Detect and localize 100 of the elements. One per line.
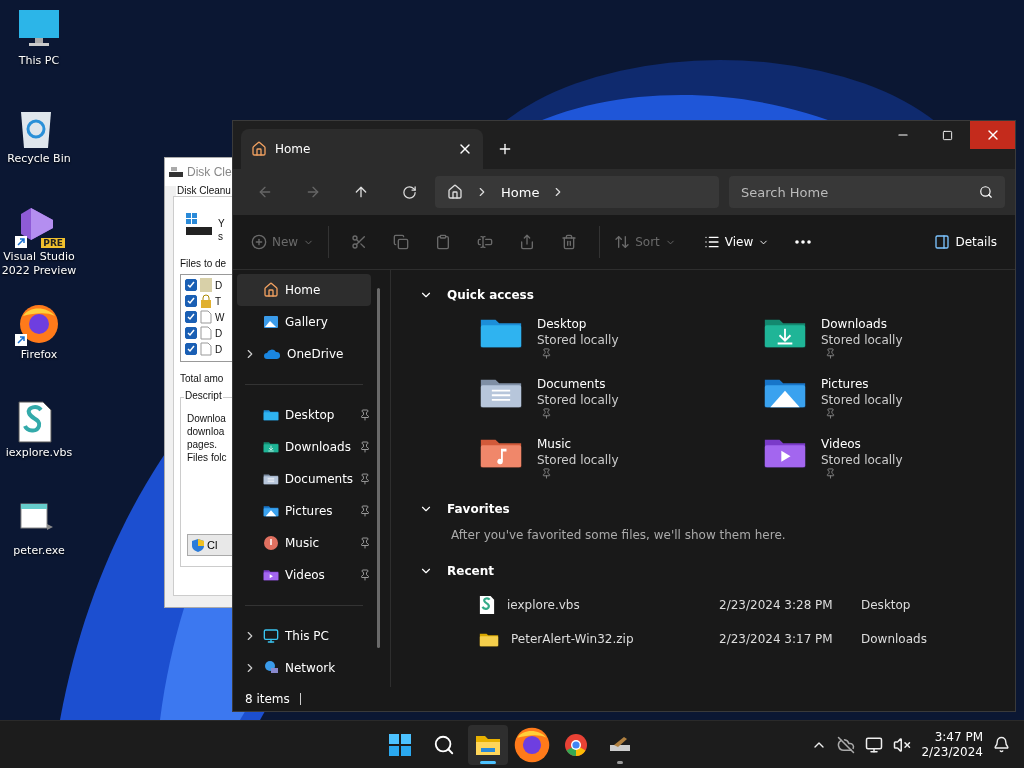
checkbox[interactable] <box>185 343 197 355</box>
desktop-shortcut[interactable]: Firefox <box>0 302 78 400</box>
refresh-icon <box>401 184 417 200</box>
view-button[interactable]: View <box>695 226 778 258</box>
clipboard-icon <box>435 234 452 250</box>
folder-icon <box>263 409 279 421</box>
folder-icon <box>475 733 501 756</box>
folder-icon <box>263 441 279 453</box>
windows-logo-icon <box>388 732 412 757</box>
search-icon <box>979 185 993 199</box>
window-title: Disk Cle <box>187 165 232 179</box>
file-name[interactable]: PeterAlert-Win32.zip <box>511 632 634 646</box>
window-tab[interactable]: Home <box>241 129 483 169</box>
explorer-taskbar-button[interactable] <box>468 724 508 765</box>
desktop-icon-label: Recycle Bin <box>6 152 72 166</box>
desktop-shortcut[interactable]: PRE Visual Studio 2022 Preview <box>0 204 78 302</box>
sidebar-item[interactable]: Pictures <box>237 495 371 527</box>
scrollbar[interactable] <box>377 288 380 648</box>
file-type-label: D <box>215 278 223 292</box>
muted-speaker-icon[interactable] <box>893 735 912 754</box>
location-cell-text: Desktop <box>861 598 912 612</box>
desktop-icon-label: This PC <box>17 54 61 68</box>
description-text: Files folc <box>187 451 228 464</box>
sidebar-item[interactable]: Downloads <box>237 431 371 463</box>
address-bar[interactable]: Home <box>435 176 719 208</box>
files-label: Files to de <box>180 258 227 269</box>
description-text: downloa <box>187 425 226 438</box>
sidebar-item[interactable]: Home <box>237 274 371 306</box>
sidebar-item[interactable]: Gallery <box>237 306 371 338</box>
file-type-label: D <box>215 342 223 356</box>
bell-icon[interactable] <box>993 736 1010 753</box>
folder-icon <box>200 278 212 292</box>
checkbox[interactable] <box>185 295 197 307</box>
section-title: Quick access <box>447 288 534 302</box>
quick-access-item[interactable]: Documents Stored locally <box>479 376 763 424</box>
quick-access-item[interactable]: Pictures Stored locally <box>763 376 963 424</box>
clock[interactable]: 3:47 PM 2/23/2024 <box>921 729 983 760</box>
firefox-icon <box>17 302 61 346</box>
new-tab-icon[interactable] <box>497 141 513 157</box>
drive-icon <box>169 166 183 178</box>
file-type-label: D <box>215 326 223 340</box>
search-icon <box>433 733 455 756</box>
arrow-right-icon <box>305 184 321 200</box>
date-cell-text: 2/23/2024 3:17 PM <box>719 632 834 646</box>
desktop-shortcut[interactable]: iexplore.vbs <box>0 400 78 498</box>
script-file-icon <box>17 400 53 444</box>
chrome-icon <box>564 732 588 757</box>
sidebar-item[interactable]: This PC <box>237 620 371 652</box>
text-cursor-icon <box>477 234 494 250</box>
file-icon <box>200 342 212 356</box>
details-button[interactable]: Details <box>926 226 1005 258</box>
lock-icon <box>200 294 212 308</box>
sidebar-item[interactable]: Videos <box>237 559 371 591</box>
monitor-icon <box>17 8 61 48</box>
section-title: Favorites <box>447 502 510 516</box>
sidebar-item[interactable]: OneDrive <box>237 338 371 370</box>
desktop-shortcut[interactable]: This PC <box>0 8 78 106</box>
house-icon <box>447 184 463 200</box>
search-field[interactable]: Search Home <box>729 176 1005 208</box>
total-label: Total amo <box>180 373 224 384</box>
monitor-icon <box>263 628 279 644</box>
checkbox[interactable] <box>185 327 197 339</box>
script-file-icon <box>479 595 495 615</box>
dialog-tab[interactable]: Disk Cleanu <box>176 185 232 196</box>
file-name[interactable]: iexplore.vbs <box>507 598 580 612</box>
description-text: pages. <box>187 438 219 451</box>
checkbox[interactable] <box>185 279 197 291</box>
quick-access-item[interactable]: Desktop Stored locally <box>479 316 763 364</box>
sidebar-item[interactable]: Documents <box>237 463 371 495</box>
quick-access-item[interactable]: Videos Stored locally <box>763 436 963 484</box>
item-count: 8 items <box>245 692 290 706</box>
sidebar-item[interactable]: Network <box>237 652 371 684</box>
checkbox[interactable] <box>185 311 197 323</box>
clean-button[interactable]: Cl <box>187 534 232 556</box>
empty-message: After you've favorited some files, we'll show them here. <box>450 527 787 544</box>
breadcrumb-item[interactable]: Home <box>501 184 540 200</box>
file-type-label: W <box>215 310 225 324</box>
intro-text: Y <box>218 217 225 230</box>
desktop-icon-label: Visual Studio 2022 Preview <box>0 250 78 278</box>
shield-icon <box>192 538 204 552</box>
desktop-shortcut[interactable]: Recycle Bin <box>0 106 78 204</box>
house-icon <box>251 141 267 157</box>
sidebar-item[interactable]: Music <box>237 527 371 559</box>
plus-circle-icon <box>251 234 267 250</box>
file-icon <box>200 310 212 324</box>
section-title: Recent <box>447 564 494 578</box>
sidebar-item[interactable]: Desktop <box>237 399 371 431</box>
location-cell-text: Downloads <box>861 632 928 646</box>
quick-access-item[interactable]: Music Stored locally <box>479 436 763 484</box>
description-text: Downloa <box>187 412 227 425</box>
date-cell-text: 2/23/2024 3:28 PM <box>719 598 834 612</box>
zip-folder-icon <box>479 631 499 647</box>
list-icon <box>703 234 720 250</box>
file-icon <box>200 326 212 340</box>
cloud-off-icon[interactable] <box>837 735 856 754</box>
quick-access-item[interactable]: Downloads Stored locally <box>763 316 963 364</box>
drive-icon <box>186 213 212 237</box>
folder-icon <box>262 473 279 485</box>
preview-badge: PRE <box>41 238 65 248</box>
desktop-shortcut[interactable]: peter.exe <box>0 498 78 596</box>
